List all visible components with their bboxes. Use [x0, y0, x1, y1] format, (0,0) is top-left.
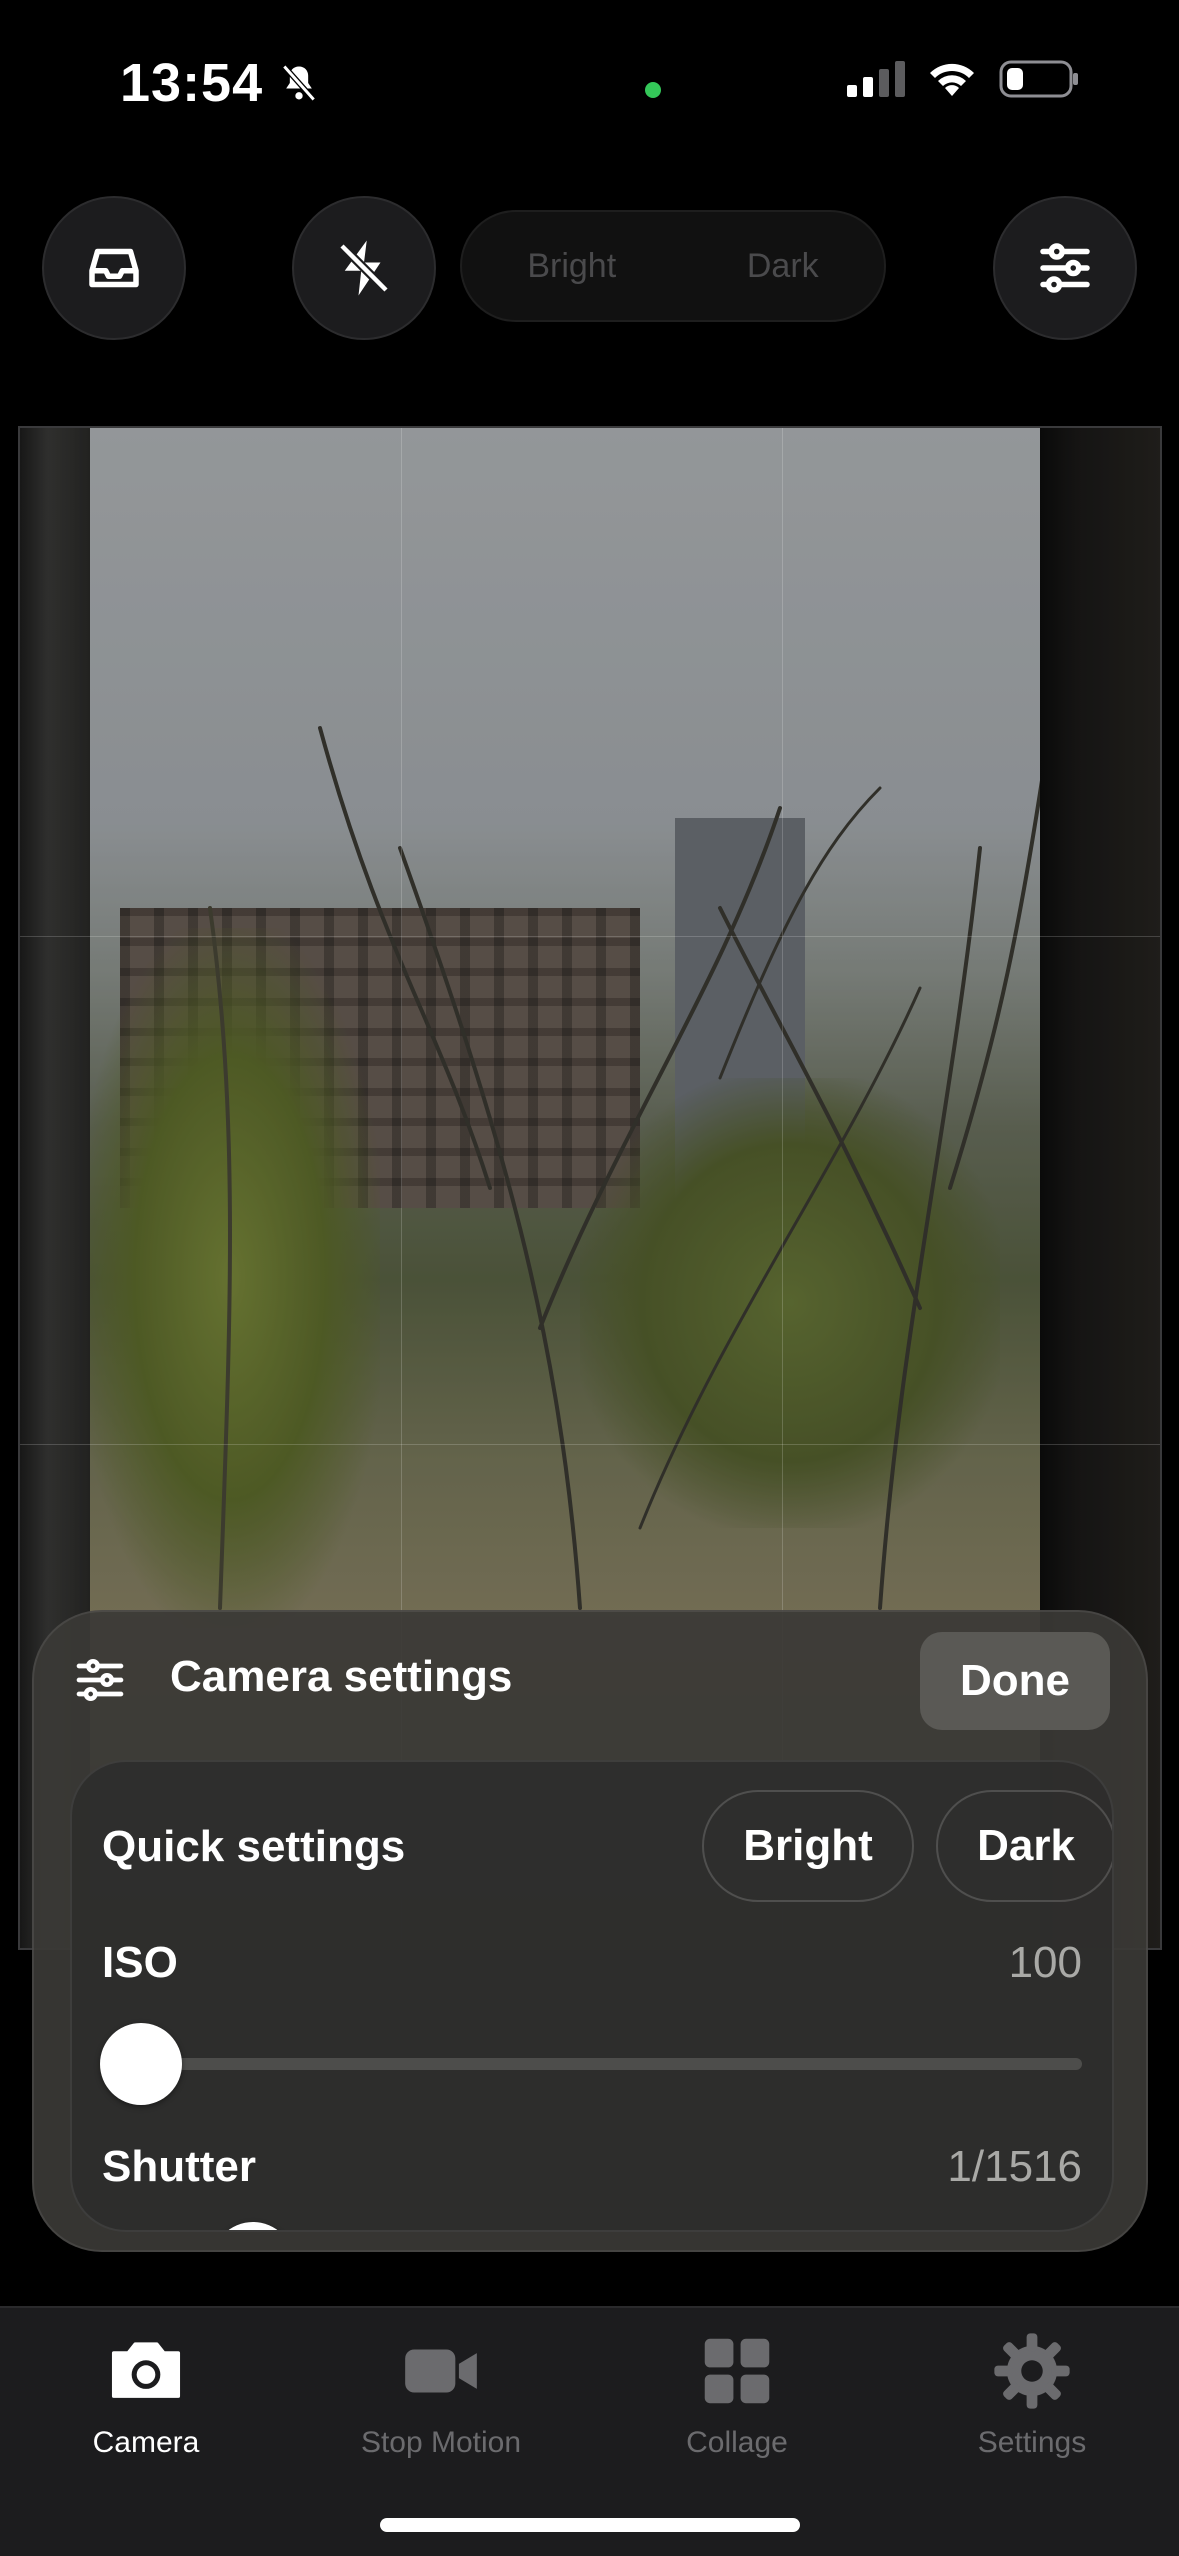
gallery-button[interactable] — [42, 196, 186, 340]
grid-line — [20, 1444, 1160, 1445]
iso-label: ISO — [102, 1938, 178, 1987]
battery-icon — [999, 60, 1078, 98]
status-bar: 13:54 — [0, 0, 1179, 180]
time-label: 13:54 — [120, 53, 264, 113]
video-icon — [405, 2349, 477, 2393]
tab-camera-label: Camera — [92, 2426, 200, 2459]
quick-dark-button[interactable]: Dark — [936, 1790, 1112, 1902]
tab-settings-label: Settings — [977, 2426, 1087, 2459]
settings-card: Quick settings Bright Dark ISO 100 Shutt… — [70, 1760, 1114, 2232]
status-right — [847, 60, 1079, 98]
camera-settings-sheet: Camera settings Done Quick settings Brig… — [32, 1610, 1148, 2252]
quick-bright-button[interactable]: Bright — [702, 1790, 914, 1902]
gear-icon — [994, 2333, 1070, 2409]
iso-value: 100 — [1008, 1938, 1082, 1987]
quick-settings-label: Quick settings — [102, 1822, 406, 1871]
tab-collage[interactable]: Collage — [607, 2328, 867, 2460]
tab-camera[interactable]: Camera — [16, 2328, 276, 2460]
shutter-slider-thumb[interactable] — [212, 2222, 294, 2230]
shutter-value: 1/1516 — [947, 2142, 1082, 2191]
iso-slider-track[interactable] — [102, 2058, 1082, 2070]
sliders-icon — [76, 1659, 124, 1701]
shutter-label: Shutter — [102, 2142, 256, 2191]
camera-settings-button[interactable] — [993, 196, 1137, 340]
tab-collage-label: Collage — [686, 2426, 788, 2459]
preset-bright[interactable]: Bright — [527, 247, 616, 286]
wifi-icon — [930, 63, 974, 96]
sheet-header: Camera settings Done — [34, 1612, 1146, 1747]
status-time: 13:54 — [120, 52, 321, 114]
flash-off-button[interactable] — [292, 196, 436, 340]
grid-icon — [704, 2338, 770, 2404]
tab-stop-motion-label: Stop Motion — [360, 2426, 522, 2459]
done-button[interactable]: Done — [920, 1632, 1110, 1730]
preset-dark[interactable]: Dark — [747, 247, 819, 286]
iso-slider-thumb[interactable] — [100, 2023, 182, 2105]
sliders-icon — [1040, 243, 1090, 293]
bell-muted-icon — [282, 64, 316, 102]
tab-settings[interactable]: Settings — [902, 2328, 1162, 2460]
cellular-signal-icon — [847, 61, 905, 97]
camera-in-use-indicator — [645, 82, 661, 98]
tab-stop-motion[interactable]: Stop Motion — [311, 2328, 571, 2460]
sheet-title: Camera settings — [170, 1652, 513, 1701]
inbox-tray-icon — [89, 248, 139, 288]
grid-line — [20, 936, 1160, 937]
preset-toggle[interactable]: Bright Dark — [460, 210, 886, 322]
flash-off-icon — [338, 240, 390, 296]
home-indicator — [380, 2518, 800, 2532]
camera-icon — [111, 2342, 181, 2398]
